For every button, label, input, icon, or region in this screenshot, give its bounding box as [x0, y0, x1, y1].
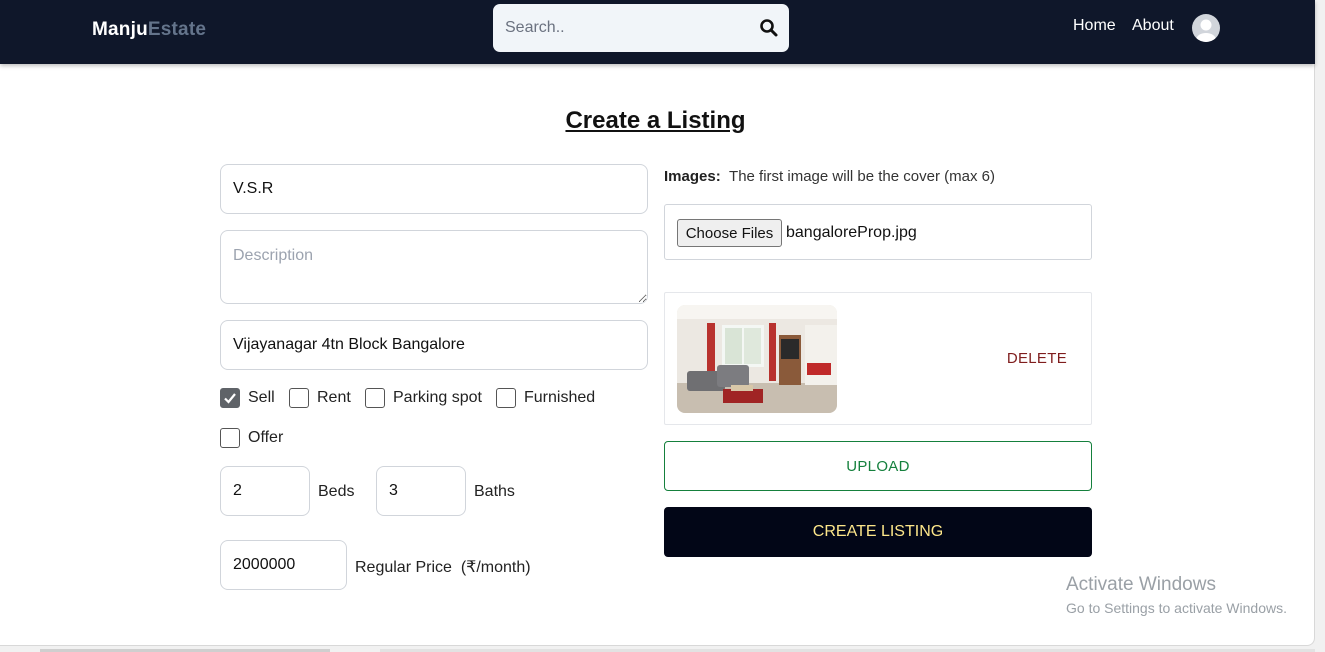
logo-primary: Manju — [92, 19, 148, 40]
search-icon[interactable] — [759, 18, 779, 38]
baths-label: Baths — [474, 483, 515, 500]
file-input[interactable]: Choose Files bangaloreProp.jpg — [664, 204, 1092, 260]
checkbox-parking[interactable]: Parking spot — [365, 388, 482, 408]
checkbox-box[interactable] — [289, 388, 309, 408]
search-bar — [493, 4, 789, 52]
name-input[interactable] — [220, 164, 648, 214]
logo-secondary: Estate — [147, 19, 207, 40]
baths-input[interactable] — [376, 466, 466, 516]
logo[interactable]: ManjuEstate — [92, 19, 206, 41]
images-label-text: The first image will be the cover (max 6… — [729, 168, 995, 185]
page-title: Create a Listing — [565, 107, 746, 134]
checkbox-offer[interactable]: Offer — [220, 428, 283, 448]
price-input[interactable] — [220, 540, 347, 590]
checkbox-label: Parking spot — [393, 389, 482, 406]
address-input[interactable] — [220, 320, 648, 370]
checkbox-box[interactable] — [365, 388, 385, 408]
checkbox-label: Rent — [317, 389, 351, 406]
file-name: bangaloreProp.jpg — [786, 224, 917, 241]
choose-files-button[interactable]: Choose Files — [677, 219, 782, 247]
checkbox-box[interactable] — [220, 428, 240, 448]
watermark-title: Activate Windows — [1066, 574, 1216, 595]
price-label: Regular Price (₹/month) — [355, 557, 531, 577]
checkbox-sell[interactable]: Sell — [220, 388, 275, 408]
beds-input[interactable] — [220, 466, 310, 516]
price-unit: (₹/month) — [460, 559, 531, 576]
description-input[interactable] — [220, 230, 648, 304]
property-thumbnail — [677, 305, 837, 413]
checkbox-box[interactable] — [496, 388, 516, 408]
activate-windows-watermark: Activate Windows Go to Settings to activ… — [1066, 574, 1287, 616]
images-label-bold: Images: — [664, 168, 721, 185]
page: ManjuEstate Home About Create a Listing … — [0, 0, 1315, 646]
checkbox-checked-icon[interactable] — [220, 388, 240, 408]
upload-button[interactable]: UPLOAD — [664, 441, 1092, 491]
nav-link-about[interactable]: About — [1132, 17, 1174, 35]
nav-link-home[interactable]: Home — [1073, 17, 1116, 35]
uploaded-image-row: DELETE — [664, 292, 1092, 425]
checkbox-label: Sell — [248, 389, 275, 406]
price-label-text: Regular Price — [355, 559, 452, 576]
checkbox-rent[interactable]: Rent — [289, 388, 351, 408]
user-icon — [1196, 19, 1216, 42]
create-listing-button[interactable]: CREATE LISTING — [664, 507, 1092, 557]
checkbox-label: Offer — [248, 429, 284, 446]
images-label: Images: The first image will be the cove… — [664, 168, 995, 185]
watermark-subtitle: Go to Settings to activate Windows. — [1066, 600, 1287, 616]
beds-label: Beds — [318, 483, 355, 500]
checkbox-furnished[interactable]: Furnished — [496, 388, 595, 408]
checkbox-label: Furnished — [524, 389, 596, 406]
delete-button[interactable]: DELETE — [1007, 350, 1067, 367]
search-input[interactable] — [493, 4, 743, 52]
avatar[interactable] — [1192, 14, 1220, 42]
navbar: ManjuEstate Home About — [0, 0, 1315, 64]
